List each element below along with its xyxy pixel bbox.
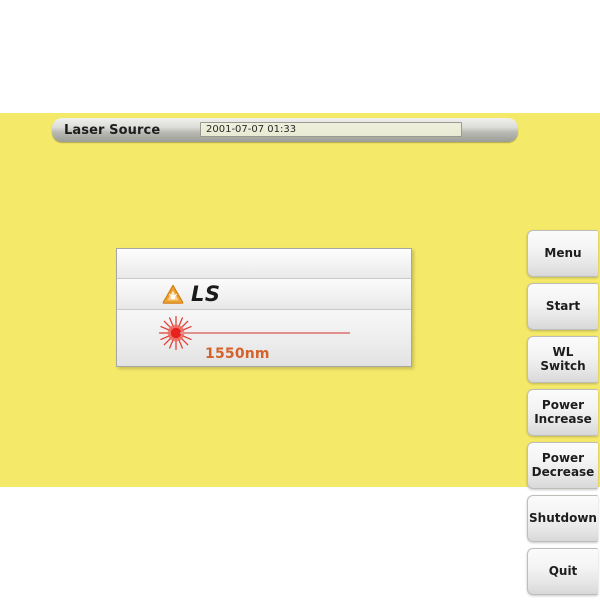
quit-button[interactable]: Quit — [527, 548, 598, 595]
wavelength-value: 1550nm — [205, 346, 270, 362]
power-decrease-button[interactable]: Power Decrease — [527, 442, 598, 489]
datetime-value: 2001-07-07 01:33 — [206, 123, 297, 135]
datetime-field[interactable]: 2001-07-07 01:33 — [200, 122, 462, 137]
title-bar: Laser Source 2001-07-07 01:33 — [52, 118, 518, 142]
panel-row-laser-output: 1550nm — [117, 310, 411, 366]
panel-row-blank — [117, 249, 411, 279]
menu-button[interactable]: Menu — [527, 230, 598, 277]
laser-source-panel: LS 1550nm — [116, 248, 412, 367]
shutdown-button[interactable]: Shutdown — [527, 495, 598, 542]
wl-switch-button[interactable]: WL Switch — [527, 336, 598, 383]
page-title: Laser Source — [64, 122, 161, 138]
device-screen: Laser Source 2001-07-07 01:33 LS 1550nm … — [0, 113, 600, 595]
start-button[interactable]: Start — [527, 283, 598, 330]
laser-beam-line — [180, 332, 350, 334]
laser-radiation-warning-icon — [162, 284, 184, 304]
panel-row-module: LS — [117, 279, 411, 310]
module-label: LS — [191, 281, 221, 306]
power-increase-button[interactable]: Power Increase — [527, 389, 598, 436]
side-button-rail: Menu Start WL Switch Power Increase Powe… — [527, 230, 598, 601]
